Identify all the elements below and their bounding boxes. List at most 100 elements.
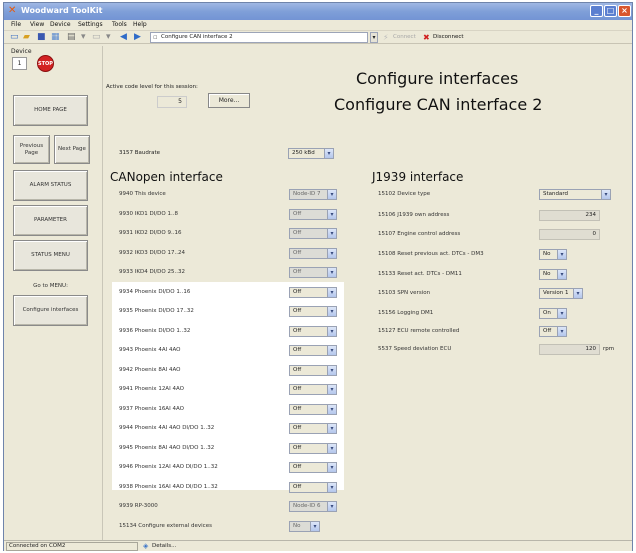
disconnect-label: Disconnect [433, 34, 464, 40]
canopen-row-value: Off [293, 289, 302, 295]
chevron-down-icon: ▾ [327, 483, 336, 492]
open-folder-icon[interactable]: ▰ [23, 32, 30, 43]
canopen-row-value: Off [293, 308, 302, 314]
maximize-button[interactable]: □ [604, 5, 617, 17]
disconnect-button[interactable]: ✖ Disconnect [422, 32, 468, 43]
canopen-row-value: Node-ID 7 [293, 191, 321, 197]
tool-icon[interactable]: ▭ [92, 32, 101, 43]
stop-button[interactable]: STOP [37, 55, 54, 72]
device-icon[interactable]: ▤ [67, 32, 76, 43]
chevron-down-icon: ▾ [327, 444, 336, 453]
chevron-down-icon: ▾ [557, 327, 566, 336]
menu-settings[interactable]: Settings [78, 21, 103, 28]
j1939-row-number-field[interactable]: 0 [539, 229, 600, 240]
j1939-row-value: Version 1 [543, 290, 569, 296]
j1939-row-value: Standard [543, 191, 569, 197]
canopen-row-select[interactable]: Off ▾ [289, 267, 337, 278]
chevron-down-icon: ▾ [557, 309, 566, 318]
dropdown2-icon[interactable]: ▾ [106, 32, 111, 43]
menu-view[interactable]: View [30, 21, 44, 28]
j1939-row-select[interactable]: Off ▾ [539, 326, 567, 337]
canopen-row-select[interactable]: Off ▾ [289, 326, 337, 337]
canopen-row-value: Node-ID 6 [293, 503, 321, 509]
minimize-button[interactable]: _ [590, 5, 603, 17]
address-dropdown-button[interactable]: ▾ [370, 32, 378, 43]
canopen-row-value: Off [293, 230, 302, 236]
j1939-row-select[interactable]: No ▾ [539, 249, 567, 260]
forward-icon[interactable]: ▶ [134, 32, 141, 43]
save-all-icon[interactable]: ▦ [51, 32, 60, 43]
j1939-row-select[interactable]: No ▾ [539, 269, 567, 280]
previous-page-button[interactable]: Previous Page [13, 135, 50, 164]
j1939-row-number-field[interactable]: 234 [539, 210, 600, 221]
parameter-button[interactable]: PARAMETER [13, 205, 88, 236]
next-page-button[interactable]: Next Page [54, 135, 90, 164]
j1939-row-label: 15102 Device type [378, 191, 431, 197]
canopen-row-select[interactable]: No ▾ [289, 521, 320, 532]
menu-help[interactable]: Help [133, 21, 147, 28]
close-button[interactable]: × [618, 5, 631, 17]
chevron-down-icon: ▾ [327, 268, 336, 277]
configure-interfaces-button[interactable]: Configure interfaces [13, 295, 88, 326]
chevron-down-icon: ▾ [327, 288, 336, 297]
j1939-row-label: 15106 J1939 own address [378, 212, 450, 218]
canopen-row-select[interactable]: Off ▾ [289, 384, 337, 395]
unit-label: rpm [603, 346, 615, 352]
menu-tools[interactable]: Tools [112, 21, 127, 28]
chevron-down-icon: ▾ [557, 250, 566, 259]
chevron-down-icon: ▾ [327, 424, 336, 433]
canopen-row-select[interactable]: Off ▾ [289, 462, 337, 473]
canopen-row-label: 9944 Phoenix 4AI 4AO DI/DO 1..32 [119, 425, 215, 431]
more-button[interactable]: More... [208, 93, 250, 108]
canopen-row-select[interactable]: Off ▾ [289, 287, 337, 298]
canopen-row-select[interactable]: Off ▾ [289, 365, 337, 376]
canopen-row-select[interactable]: Off ▾ [289, 482, 337, 493]
j1939-row-select[interactable]: On ▾ [539, 308, 567, 319]
canopen-row-select[interactable]: Off ▾ [289, 404, 337, 415]
j1939-row-label: 15127 ECU remote controlled [378, 328, 460, 334]
home-page-button[interactable]: HOME PAGE [13, 95, 88, 126]
menu-device[interactable]: Device [50, 21, 71, 28]
connect-label: Connect [393, 34, 416, 40]
canopen-row-select[interactable]: Off ▾ [289, 209, 337, 220]
save-icon[interactable]: ■ [37, 32, 46, 43]
canopen-row-select[interactable]: Off ▾ [289, 248, 337, 259]
menu-file[interactable]: File [11, 21, 21, 28]
details-button[interactable]: ◈ Details... [142, 541, 186, 551]
canopen-row-select[interactable]: Node-ID 6 ▾ [289, 501, 337, 512]
j1939-row-number-field[interactable]: 120 [539, 344, 600, 355]
chevron-down-icon: ▾ [327, 502, 336, 511]
canopen-row-select[interactable]: Node-ID 7 ▾ [289, 189, 337, 200]
back-icon[interactable]: ◀ [120, 32, 127, 43]
new-file-icon[interactable]: ▭ [10, 32, 19, 43]
canopen-row-label: 9939 RP-3000 [119, 503, 158, 509]
canopen-row-select[interactable]: Off ▾ [289, 423, 337, 434]
dropdown-icon[interactable]: ▾ [81, 32, 86, 43]
canopen-row-select[interactable]: Off ▾ [289, 306, 337, 317]
canopen-row-value: Off [293, 406, 302, 412]
chevron-down-icon: ▾ [327, 210, 336, 219]
canopen-row-select[interactable]: Off ▾ [289, 345, 337, 356]
title-bar: ✕ Woodward ToolKit _ □ × [4, 3, 632, 20]
j1939-row-select[interactable]: Standard ▾ [539, 189, 611, 200]
canopen-row-select[interactable]: Off ▾ [289, 443, 337, 454]
j1939-row-select[interactable]: Version 1 ▾ [539, 288, 583, 299]
connect-button[interactable]: ⚡ Connect [382, 32, 418, 43]
status-menu-button[interactable]: STATUS MENU [13, 240, 88, 271]
alarm-status-button[interactable]: ALARM STATUS [13, 170, 88, 201]
page-address-field[interactable]: ▫ Configure CAN interface 2 [150, 32, 368, 43]
chevron-down-icon: ▾ [327, 249, 336, 258]
chevron-down-icon: ▾ [327, 346, 336, 355]
device-number-field[interactable]: 1 [12, 57, 27, 70]
canopen-row-value: Off [293, 464, 302, 470]
app-window: ✕ Woodward ToolKit _ □ × File View Devic… [3, 2, 633, 551]
canopen-row-select[interactable]: Off ▾ [289, 228, 337, 239]
canopen-row-label: 9940 This device [119, 191, 166, 197]
chevron-down-icon: ▾ [327, 405, 336, 414]
menu-bar: File View Device Settings Tools Help [4, 20, 632, 31]
page-subtitle: Configure CAN interface 2 [334, 95, 543, 114]
details-icon: ◈ [143, 542, 149, 550]
chevron-down-icon: ▾ [327, 463, 336, 472]
chevron-down-icon: ▾ [327, 307, 336, 316]
baudrate-select[interactable]: 250 kBd ▾ [288, 148, 334, 159]
